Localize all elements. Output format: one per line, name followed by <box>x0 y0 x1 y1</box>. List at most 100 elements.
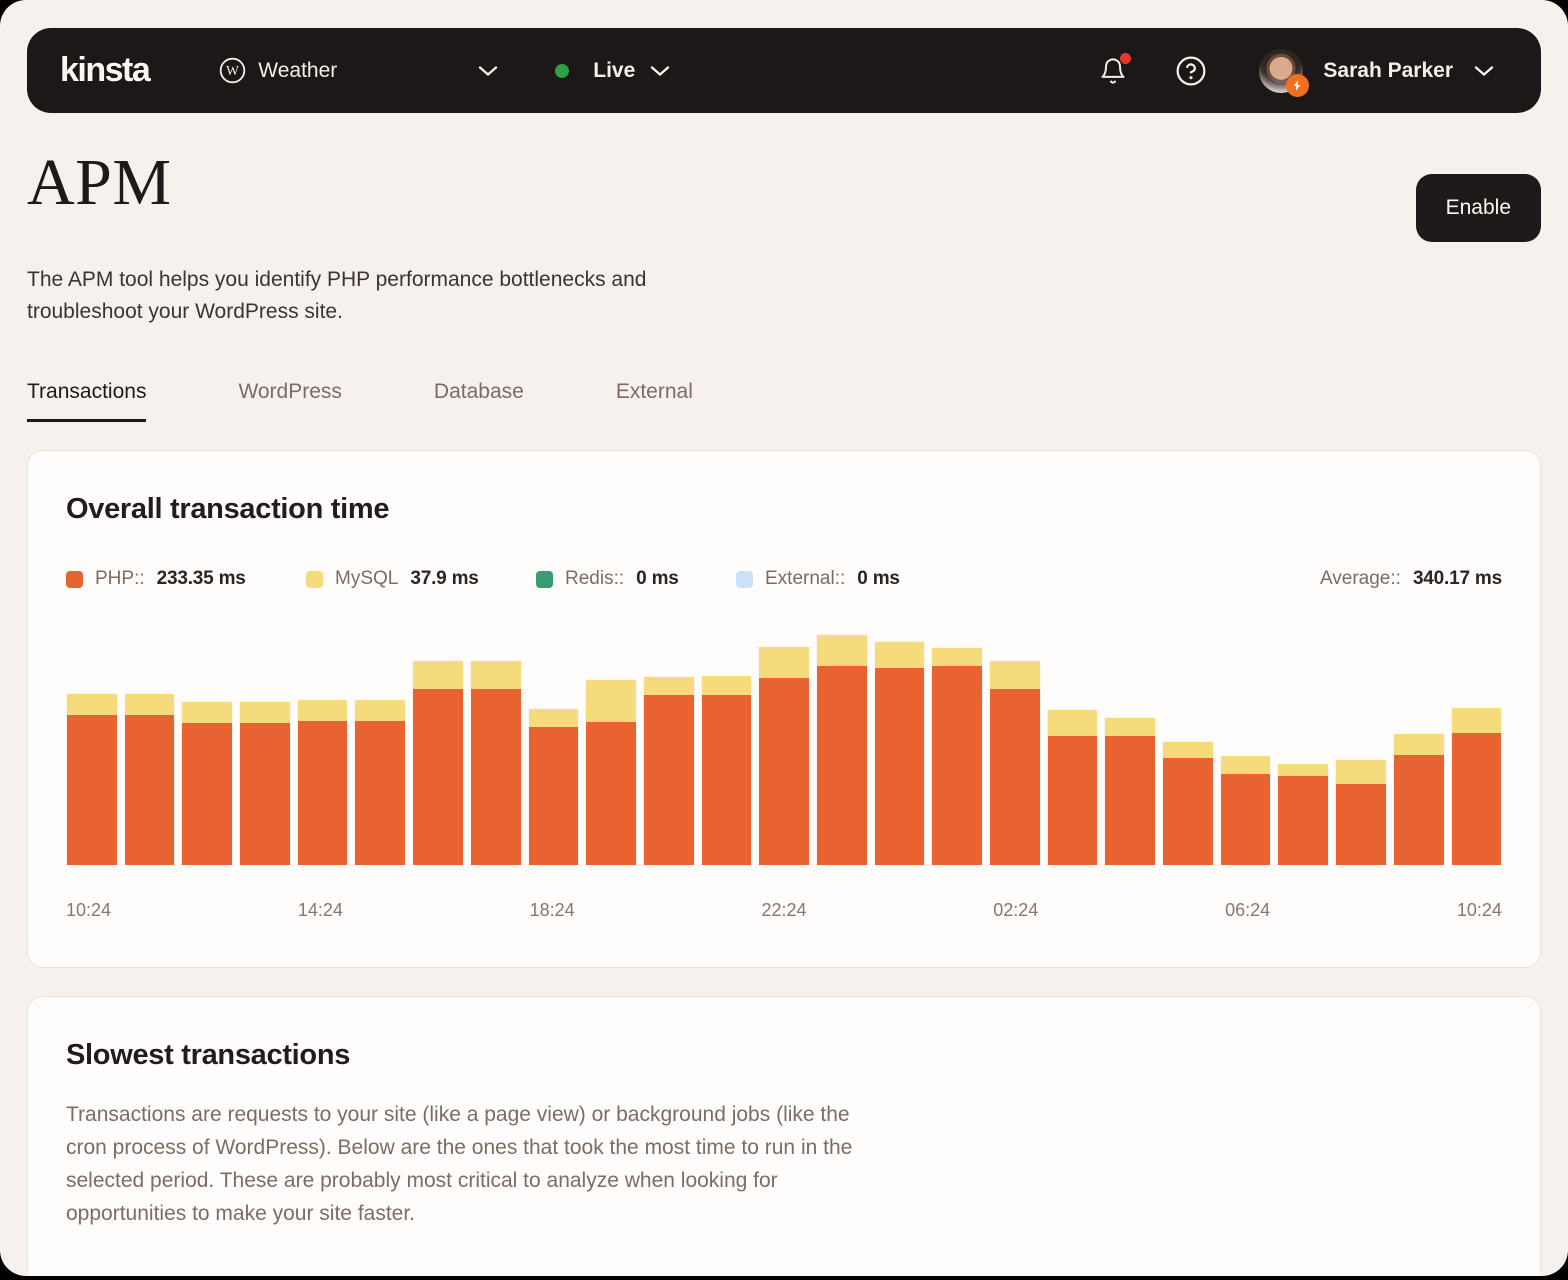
live-status-dot <box>555 64 569 78</box>
slowest-transactions-card: Slowest transactions Transactions are re… <box>27 996 1541 1276</box>
slowest-card-description: Transactions are requests to your site (… <box>66 1098 886 1230</box>
bar-segment-php <box>874 668 926 866</box>
bar-segment-mysql <box>354 699 406 721</box>
x-tick-label: 10:24 <box>66 900 111 921</box>
bar-segment-php <box>1220 774 1272 866</box>
site-selector-dropdown[interactable]: W Weather <box>219 57 499 84</box>
bar-segment-mysql <box>758 646 810 678</box>
bar-segment-php <box>528 727 580 866</box>
overall-card-title: Overall transaction time <box>66 493 1502 526</box>
environment-selector-dropdown[interactable]: Live <box>555 59 671 83</box>
chart-bar <box>1393 733 1445 866</box>
bar-segment-php <box>1277 776 1329 866</box>
slowest-card-title: Slowest transactions <box>66 1039 1502 1072</box>
chart-bar <box>354 699 406 866</box>
overall-transaction-card: Overall transaction time PHP::233.35 ms M… <box>27 450 1541 968</box>
legend-label: PHP:: <box>95 568 145 590</box>
chevron-down-icon <box>1473 65 1495 77</box>
site-selector-label: Weather <box>258 59 337 83</box>
lightning-badge-icon <box>1286 74 1309 97</box>
avatar <box>1259 49 1303 93</box>
x-tick-label: 18:24 <box>530 900 575 921</box>
bar-segment-php <box>1393 755 1445 866</box>
page-title: APM <box>27 148 172 217</box>
chart-bars <box>66 634 1502 866</box>
legend-item-redis: Redis::0 ms <box>536 568 736 590</box>
page-description: The APM tool helps you identify PHP perf… <box>27 264 717 328</box>
x-tick-label: 10:24 <box>1457 900 1502 921</box>
chart-bar <box>874 641 926 866</box>
bar-segment-mysql <box>66 693 118 715</box>
chart-bar <box>1451 707 1503 866</box>
x-tick-label: 22:24 <box>761 900 806 921</box>
user-menu[interactable]: Sarah Parker <box>1259 49 1495 93</box>
bar-segment-mysql <box>1393 733 1445 755</box>
legend-item-external: External::0 ms <box>736 568 900 590</box>
bar-segment-php <box>1335 784 1387 866</box>
x-tick-label: 06:24 <box>1225 900 1270 921</box>
top-navbar: kinsta W Weather Live <box>27 28 1541 113</box>
bar-segment-mysql <box>470 660 522 689</box>
bar-segment-mysql <box>1277 763 1329 776</box>
chart-bar <box>66 693 118 866</box>
x-tick-label: 14:24 <box>298 900 343 921</box>
legend-value: 233.35 ms <box>157 568 246 590</box>
navbar-right: Sarah Parker <box>1097 49 1495 93</box>
chart-bar <box>643 676 695 866</box>
legend-value: 0 ms <box>636 568 679 590</box>
legend-row: PHP::233.35 msMySQL37.9 msRedis::0 msExt… <box>66 568 1502 590</box>
tab-transactions[interactable]: Transactions <box>27 380 146 422</box>
bar-segment-mysql <box>585 679 637 722</box>
chevron-down-icon <box>477 65 499 77</box>
legend-swatch <box>66 571 83 588</box>
bar-segment-mysql <box>1451 707 1503 733</box>
chart-bar <box>1277 763 1329 866</box>
wordpress-icon: W <box>219 57 246 84</box>
bar-segment-php <box>297 721 349 866</box>
bar-segment-mysql <box>528 708 580 727</box>
legend-label: External:: <box>765 568 845 590</box>
average-label: Average:: <box>1320 568 1401 590</box>
bar-segment-mysql <box>701 675 753 695</box>
bar-segment-php <box>1162 758 1214 866</box>
chart-bar <box>1220 755 1272 866</box>
chart-bar <box>816 634 868 866</box>
chart-bar <box>297 699 349 866</box>
bar-segment-mysql <box>989 660 1041 689</box>
chart-bar <box>931 647 983 866</box>
help-button[interactable] <box>1175 55 1207 87</box>
page: kinsta W Weather Live <box>0 0 1568 1276</box>
enable-button[interactable]: Enable <box>1416 174 1541 242</box>
chart-bar <box>585 679 637 866</box>
chart-bar <box>239 701 291 866</box>
environment-label: Live <box>593 59 635 83</box>
tab-external[interactable]: External <box>616 380 693 422</box>
bar-segment-php <box>354 721 406 866</box>
chart-bar <box>1047 709 1099 866</box>
chart-bar <box>1104 717 1156 866</box>
notifications-button[interactable] <box>1097 55 1129 87</box>
bar-segment-php <box>701 695 753 866</box>
legend: PHP::233.35 msMySQL37.9 msRedis::0 msExt… <box>66 568 900 590</box>
bar-segment-php <box>758 678 810 866</box>
bar-segment-mysql <box>931 647 983 666</box>
bar-segment-php <box>412 689 464 866</box>
bar-segment-php <box>643 695 695 866</box>
legend-item-mysql: MySQL37.9 ms <box>306 568 536 590</box>
chart-bar <box>124 693 176 866</box>
user-name: Sarah Parker <box>1323 59 1453 83</box>
legend-average: Average:: 340.17 ms <box>1320 568 1502 590</box>
bar-segment-mysql <box>412 660 464 689</box>
chart-bar <box>701 675 753 866</box>
chevron-down-icon <box>649 65 671 77</box>
tab-database[interactable]: Database <box>434 380 524 422</box>
x-tick-label: 02:24 <box>993 900 1038 921</box>
legend-label: MySQL <box>335 568 398 590</box>
bar-segment-mysql <box>181 701 233 723</box>
bar-segment-php <box>1451 733 1503 866</box>
legend-swatch <box>736 571 753 588</box>
bar-segment-mysql <box>124 693 176 715</box>
tab-wordpress[interactable]: WordPress <box>238 380 341 422</box>
bar-segment-php <box>124 715 176 866</box>
bar-segment-mysql <box>1162 741 1214 758</box>
